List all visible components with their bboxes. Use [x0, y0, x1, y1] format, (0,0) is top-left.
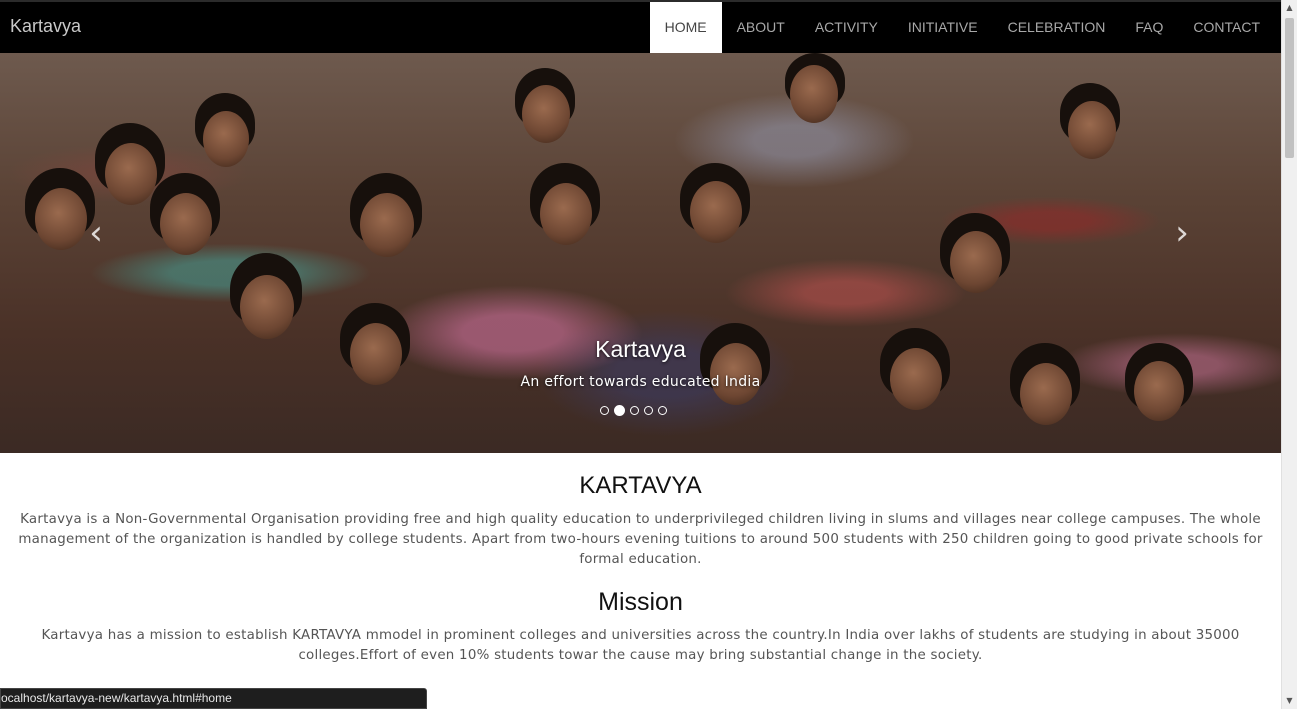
chevron-left-icon: ‹ — [89, 213, 103, 253]
carousel-caption-title: Kartavya — [595, 336, 686, 362]
brand-logo[interactable]: Kartavya — [10, 16, 81, 37]
carousel-indicator-active[interactable] — [614, 405, 625, 416]
chevron-right-icon: › — [1175, 213, 1189, 253]
nav-item-about[interactable]: ABOUT — [722, 2, 800, 53]
scroll-up-icon[interactable]: ▲ — [1282, 0, 1297, 16]
nav-item-home[interactable]: HOME — [649, 2, 722, 53]
mission-text: Kartavya has a mission to establish KART… — [41, 628, 1240, 663]
scrollbar-thumb[interactable] — [1285, 18, 1294, 158]
carousel-indicator[interactable] — [630, 406, 639, 415]
carousel-next-button[interactable]: › — [1162, 213, 1202, 253]
page-scrollbar[interactable]: ▲ ▼ — [1281, 0, 1297, 709]
nav-item-initiative[interactable]: INITIATIVE — [893, 2, 993, 53]
about-text: Kartavya is a Non-Governmental Organisat… — [18, 512, 1263, 567]
carousel-indicator[interactable] — [600, 406, 609, 415]
mission-title: Mission — [598, 588, 683, 616]
link-status-bar: ocalhost/kartavya-new/kartavya.html#home — [0, 688, 427, 709]
hero-carousel: ‹ › Kartavya An effort towards educated … — [0, 53, 1281, 453]
carousel-photo — [0, 53, 1281, 453]
carousel-indicator[interactable] — [644, 406, 653, 415]
nav-item-contact[interactable]: CONTACT — [1178, 2, 1275, 53]
carousel-indicator[interactable] — [658, 406, 667, 415]
nav-item-celebration[interactable]: CELEBRATION — [993, 2, 1121, 53]
nav-item-activity[interactable]: ACTIVITY — [800, 2, 893, 53]
carousel-caption-subtitle: An effort towards educated India — [520, 374, 761, 390]
scroll-down-icon[interactable]: ▼ — [1282, 693, 1297, 709]
about-title: KARTAVYA — [579, 472, 702, 499]
carousel-indicators — [600, 405, 667, 416]
page: Kartavya HOME ABOUT ACTIVITY INITIATIVE … — [0, 0, 1297, 709]
carousel-prev-button[interactable]: ‹ — [76, 213, 116, 253]
nav-menu: HOME ABOUT ACTIVITY INITIATIVE CELEBRATI… — [649, 2, 1275, 53]
nav-item-faq[interactable]: FAQ — [1120, 2, 1178, 53]
navbar: Kartavya HOME ABOUT ACTIVITY INITIATIVE … — [0, 0, 1281, 53]
